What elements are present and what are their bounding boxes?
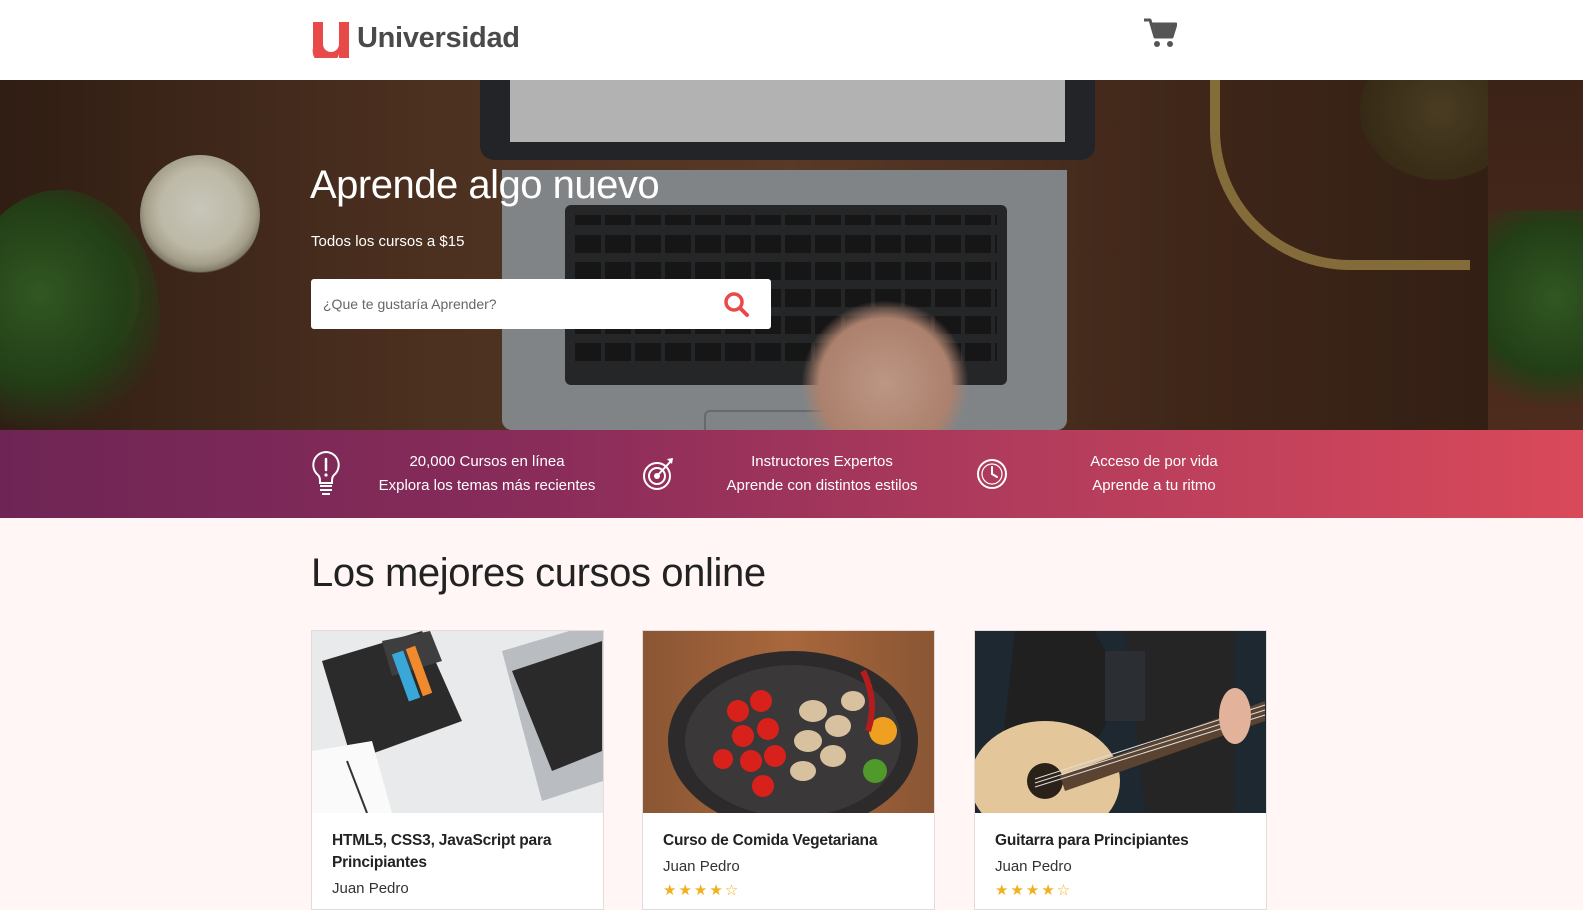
search-box <box>311 279 771 329</box>
feature-instructors-subtitle: Aprende con distintos estilos <box>726 477 918 494</box>
course-image-html <box>312 631 603 813</box>
search-input[interactable] <box>323 279 713 329</box>
shopping-cart-icon[interactable] <box>1143 17 1177 49</box>
feature-access-subtitle: Aprende a tu ritmo <box>1092 477 1216 494</box>
target-icon <box>643 458 673 490</box>
course-author: Juan Pedro <box>663 858 740 875</box>
hero-subtitle: Todos los cursos a $15 <box>311 233 465 250</box>
logo-mark-icon <box>312 22 349 58</box>
course-title[interactable]: Guitarra para Principiantes <box>995 830 1246 852</box>
course-title[interactable]: HTML5, CSS3, JavaScript para Principiant… <box>332 830 583 874</box>
course-author: Juan Pedro <box>995 858 1072 875</box>
hero-banner: Aprende algo nuevo Todos los cursos a $1… <box>0 80 1583 430</box>
feature-courses-title: 20,000 Cursos en línea <box>409 453 565 470</box>
brand-logo[interactable]: Universidad <box>311 18 520 58</box>
feature-instructors: Instructores Expertos Aprende con distin… <box>642 430 922 518</box>
feature-instructors-title: Instructores Expertos <box>751 453 893 470</box>
features-band: 20,000 Cursos en línea Explora los temas… <box>0 430 1583 518</box>
courses-section-title: Los mejores cursos online <box>311 551 766 595</box>
course-card-vegetarian[interactable]: Curso de Comida Vegetariana Juan Pedro ★… <box>642 630 935 910</box>
course-card-guitar[interactable]: Guitarra para Principiantes Juan Pedro ★… <box>974 630 1267 910</box>
clock-icon <box>977 459 1007 489</box>
brand-name: Universidad <box>357 21 520 54</box>
course-image-guitar <box>975 631 1266 813</box>
course-card-html[interactable]: HTML5, CSS3, JavaScript para Principiant… <box>311 630 604 910</box>
feature-access-title: Acceso de por vida <box>1090 453 1218 470</box>
feature-access: Acceso de por vida Aprende a tu ritmo <box>976 430 1224 518</box>
feature-courses-subtitle: Explora los temas más recientes <box>378 477 596 494</box>
search-icon[interactable] <box>722 290 752 320</box>
rating-stars: ★★★★☆ <box>995 882 1073 899</box>
course-image-vegetarian <box>643 631 934 813</box>
hero-overlay <box>0 80 1583 430</box>
hero-title: Aprende algo nuevo <box>310 163 660 207</box>
feature-courses: 20,000 Cursos en línea Explora los temas… <box>309 430 597 518</box>
course-author: Juan Pedro <box>332 880 409 897</box>
course-title[interactable]: Curso de Comida Vegetariana <box>663 830 914 852</box>
site-header: Universidad <box>0 0 1583 80</box>
lightbulb-icon <box>312 450 340 495</box>
rating-stars: ★★★★☆ <box>663 882 741 899</box>
